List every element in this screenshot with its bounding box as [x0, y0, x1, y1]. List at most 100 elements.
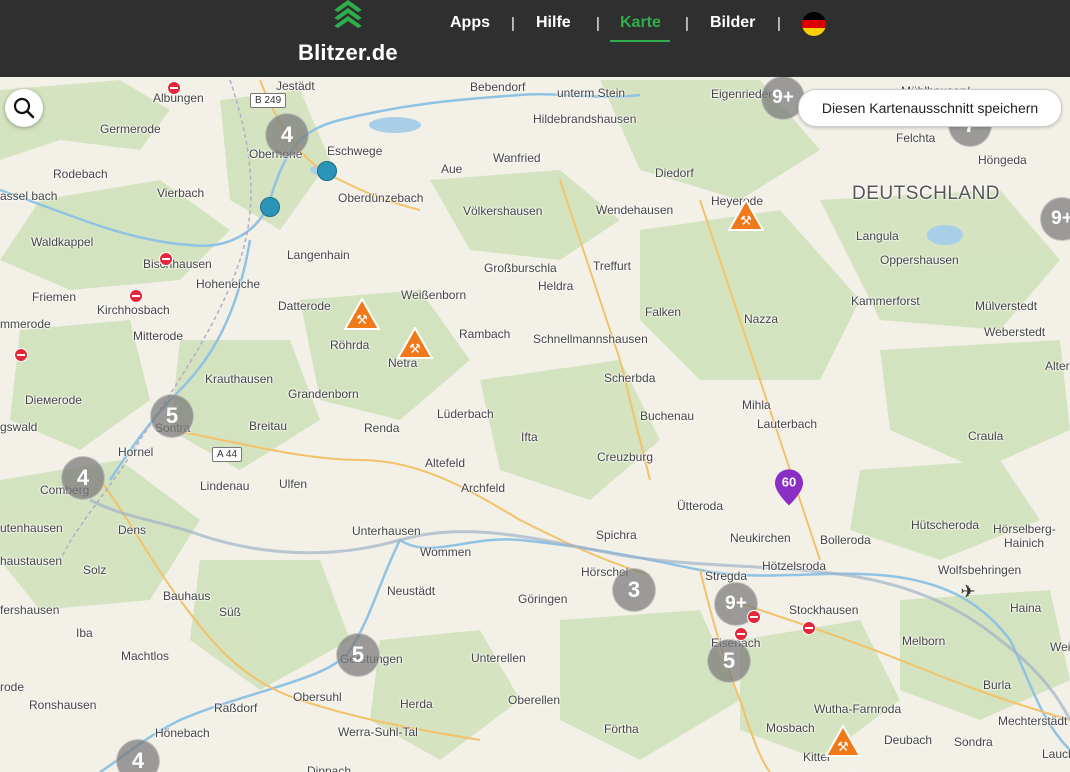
place-label: Oppershausen: [880, 253, 959, 267]
nav-separator: |: [685, 15, 689, 32]
road-closure-icon[interactable]: [734, 627, 748, 641]
place-label: Deubach: [884, 733, 933, 747]
place-label: Sondra: [954, 735, 993, 749]
place-label: Krauthausen: [205, 372, 274, 386]
place-label: Herda: [400, 697, 433, 711]
place-label: Melborn: [902, 634, 946, 648]
place-label: Alter: [1045, 359, 1070, 373]
road-closure-icon[interactable]: [129, 289, 143, 303]
place-label: Buchenau: [640, 409, 695, 423]
road-closure-icon[interactable]: [747, 610, 761, 624]
place-label: Wommen: [420, 545, 472, 559]
place-label: Creuzburg: [597, 450, 654, 464]
country-label: DEUTSCHLAND: [852, 183, 1001, 204]
place-label: Kirchhosbach: [97, 303, 170, 317]
place-label: Eschwege: [327, 144, 383, 158]
place-label: Langenhain: [287, 248, 350, 262]
map-search-button[interactable]: [5, 89, 43, 127]
speed-limit-pin[interactable]: 60: [774, 468, 804, 506]
flag-germany-icon[interactable]: [802, 12, 826, 36]
nav-apps[interactable]: Apps: [450, 14, 490, 32]
place-label: Bischhausen: [143, 257, 212, 271]
place-label: Ifta: [521, 430, 538, 444]
place-label: Germerode: [100, 122, 161, 136]
cluster-marker[interactable]: 4: [265, 113, 309, 157]
road-closure-icon[interactable]: [167, 81, 181, 95]
place-label: Hornel: [118, 445, 154, 459]
place-label: Rambach: [459, 327, 511, 341]
place-label: Burla: [983, 678, 1012, 692]
place-label: Jestädt: [276, 79, 315, 93]
place-label: Ronshausen: [29, 698, 97, 712]
svg-text:⚒: ⚒: [740, 214, 752, 229]
place-label: Lauch: [1042, 747, 1070, 761]
road-shield-b249: B 249: [250, 93, 287, 108]
place-label: Archfeld: [461, 481, 506, 495]
nav-separator: |: [511, 15, 515, 32]
place-label: Unterhausen: [352, 524, 421, 538]
cluster-marker[interactable]: 5: [707, 639, 751, 683]
place-label: Wolfsbehringen: [938, 563, 1022, 577]
place-label: Renda: [364, 421, 400, 435]
place-label: gswald: [0, 420, 38, 434]
place-label: Hoheneiche: [196, 277, 261, 291]
map-canvas[interactable]: B 249 A 44 DEUTSCHLAND Jestädt Bebendorf u…: [0, 77, 1070, 772]
place-label: Hütscheroda: [911, 518, 980, 532]
svg-text:⚒: ⚒: [356, 313, 368, 328]
place-label: Mosbach: [766, 721, 815, 735]
place-label: fershausen: [0, 603, 60, 617]
place-label: Lindenau: [200, 479, 250, 493]
place-label: Diedorf: [655, 166, 694, 180]
top-header: Blitzer.de Apps | Hilfe | Karte | Bilder…: [0, 0, 1070, 77]
place-label: Bebendorf: [470, 80, 526, 94]
roadworks-warning-icon[interactable]: ⚒: [728, 199, 764, 231]
road-closure-icon[interactable]: [159, 252, 173, 266]
place-label: Treffurt: [593, 259, 632, 273]
save-map-view-button[interactable]: Diesen Kartenausschnitt speichern: [798, 89, 1062, 127]
cluster-marker[interactable]: 5: [336, 633, 380, 677]
logo-text: Blitzer.de: [298, 40, 398, 65]
place-label: Aue: [441, 162, 463, 176]
place-label: Breitau: [249, 419, 288, 433]
place-label: Langula: [856, 229, 899, 243]
airport-icon: ✈: [960, 581, 976, 602]
cluster-marker[interactable]: 5: [150, 394, 194, 438]
roadworks-warning-icon[interactable]: ⚒: [397, 327, 433, 359]
speed-camera-icon[interactable]: [260, 197, 280, 217]
nav-bilder[interactable]: Bilder: [710, 14, 755, 32]
road-closure-icon[interactable]: [14, 348, 28, 362]
place-label: Unterellen: [471, 651, 526, 665]
place-label: Hörselberg-: [993, 522, 1056, 536]
place-label: Neustädt: [387, 584, 436, 598]
nav-separator: |: [777, 15, 781, 32]
place-label: Neukirchen: [730, 531, 791, 545]
place-label: Hötzelsroda: [762, 559, 827, 573]
place-label: Altefeld: [425, 456, 466, 470]
place-label: rode: [0, 680, 25, 694]
place-label: Höngeda: [978, 153, 1027, 167]
nav-karte[interactable]: Karte: [620, 14, 661, 32]
speed-camera-icon[interactable]: [317, 161, 337, 181]
place-label: Göringen: [518, 592, 568, 606]
place-label: Dieмerode: [25, 393, 82, 407]
roadworks-warning-icon[interactable]: ⚒: [344, 298, 380, 330]
place-label: Röhrda: [330, 338, 370, 352]
logo[interactable]: Blitzer.de: [298, 0, 398, 77]
place-label: Süß: [219, 605, 242, 619]
cluster-marker[interactable]: 3: [612, 568, 656, 612]
place-label: Spichra: [596, 528, 637, 542]
place-label: Wutha-Farnroda: [814, 702, 902, 716]
place-label: Wanfried: [493, 151, 541, 165]
nav-hilfe[interactable]: Hilfe: [536, 14, 571, 32]
place-label: Kammerforst: [851, 294, 920, 308]
roadworks-warning-icon[interactable]: ⚒: [825, 725, 861, 757]
place-label: Ütteroda: [677, 499, 724, 513]
place-label: Großburschla: [484, 261, 557, 275]
cluster-marker[interactable]: 4: [61, 456, 105, 500]
place-label: Nazza: [744, 312, 779, 326]
place-label: utenhausen: [0, 521, 63, 535]
road-shield-a44: A 44: [212, 447, 243, 462]
place-label: Solz: [83, 563, 107, 577]
road-closure-icon[interactable]: [802, 621, 816, 635]
place-label: Dippach: [307, 764, 352, 772]
